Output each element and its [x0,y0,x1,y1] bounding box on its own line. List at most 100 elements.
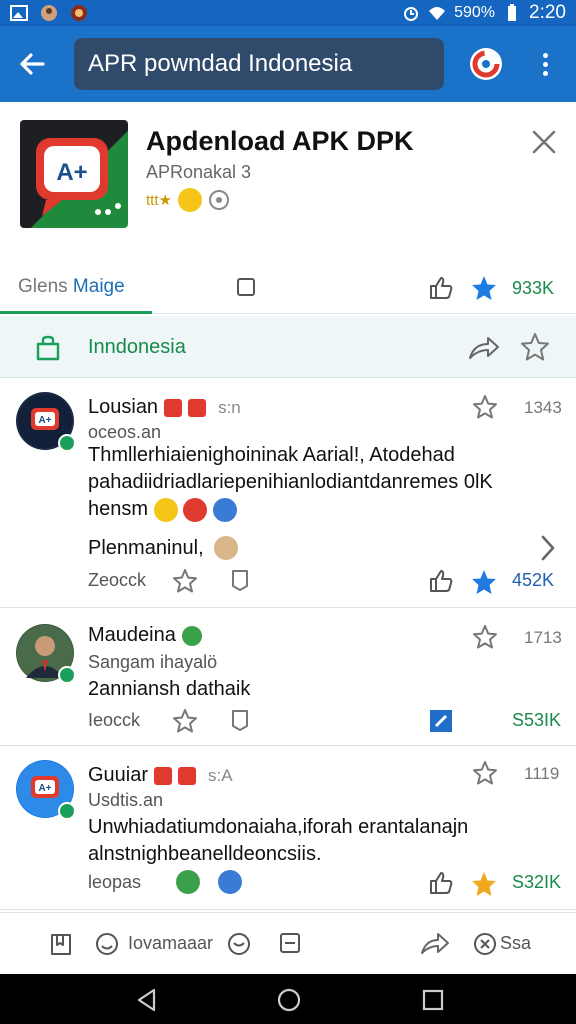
smile-icon[interactable] [226,931,252,957]
thumbs-up-icon[interactable] [428,568,454,594]
author-name: Lousian [88,396,159,418]
bookmark-icon[interactable] [228,708,252,732]
toolbar-label[interactable]: Ssa [500,933,531,954]
fire-emoji-icon [181,625,202,646]
post-author[interactable]: Maudeina [88,624,202,647]
app-notification-icon [71,5,87,21]
info-badge-icon [212,497,237,522]
star-outline-icon[interactable] [472,760,498,786]
subline-text: Plenmaninul, [88,536,204,559]
close-icon [532,130,556,154]
post-subline: Plenmaninul, [88,536,238,560]
star-filled-icon[interactable] [470,274,498,302]
star-count: 1343 [524,398,562,417]
bookmark-icon[interactable] [228,568,252,592]
close-button[interactable] [530,128,558,156]
thumbs-up-icon[interactable] [428,275,454,301]
battery-percent: 590% [454,4,496,21]
badge-icon [154,766,173,785]
post-author[interactable]: Guuiar s:A [88,764,233,787]
cancel-icon[interactable] [472,931,498,957]
tab-main-prefix: Glens [18,275,68,297]
post-text: 2anniansh dathaik [88,678,251,700]
post-handle: Usdtis.an [88,790,164,810]
post-body: Unwhiadatiumdonaiaha,iforah erantalanajn… [88,814,558,868]
square-tab-icon[interactable] [236,277,256,297]
post-text: Unwhiadatiumdonaiaha,iforah erantalanajn… [88,816,469,865]
action-count: S53IK [512,710,562,730]
post-actions: Zeocck 452K [0,566,576,596]
bag-icon [36,335,60,361]
star-filled-icon[interactable] [470,870,498,898]
nav-home-icon[interactable] [276,987,302,1013]
wifi-icon [429,7,446,20]
overflow-menu-button[interactable] [530,46,560,82]
app-title: Apdenload APK DPK [146,126,414,156]
star-filled-icon[interactable] [470,568,498,596]
rating-text: ttt★ [146,192,172,209]
bottom-toolbar: Iovamaaar Ssa [0,912,576,974]
minus-box-icon[interactable] [278,931,302,955]
post-handle: Sangam ihayalö [88,652,218,672]
search-input[interactable]: APR powndad Indonesia [74,38,444,90]
account-logo-icon [472,50,500,78]
flag-icon[interactable] [428,708,454,734]
action-count: 452K [512,570,555,590]
star-outline-icon[interactable] [472,624,498,650]
verified-badge [58,434,76,452]
thumbs-up-icon[interactable] [428,870,454,896]
region-banner[interactable]: Inndonesia [0,316,576,378]
share-icon[interactable] [468,334,500,362]
emoji-icon[interactable] [94,931,120,957]
star-outline-icon[interactable] [172,568,198,594]
post-card[interactable]: A+ Guuiar s:A 1119 Usdtis.an Unwhiadatiu… [0,748,576,910]
star-outline-icon[interactable] [520,332,550,362]
clock: 2:20 [529,2,566,23]
nav-recents-icon[interactable] [420,987,446,1013]
post-handle: oceos.an [88,422,162,442]
info-icon[interactable] [208,189,230,211]
action-label[interactable]: Ieocck [88,710,140,731]
fire-emoji-icon [176,870,200,894]
account-button[interactable] [470,48,502,80]
nav-back-icon[interactable] [134,987,160,1013]
badge-icon [188,398,207,417]
post-card[interactable]: Maudeina 1713 Sangam ihayalö 2anniansh d… [0,610,576,746]
chevron-right-icon[interactable] [538,534,558,562]
avatar[interactable]: A+ [16,760,76,820]
app-icon: A+ [20,120,128,228]
arrow-back-icon [20,53,45,75]
info-badge-icon [218,870,242,894]
tab-count: 933K [512,278,555,298]
star-outline-icon[interactable] [172,708,198,734]
heart-emoji-icon [183,497,208,522]
action-label[interactable]: leopas [88,872,141,893]
battery-icon [508,4,517,21]
svg-text:A+: A+ [38,415,51,426]
share-icon[interactable] [420,931,450,957]
verified-badge [58,802,76,820]
app-bar: APR powndad Indonesia [0,26,576,102]
author-name: Maudeina [88,624,176,646]
toolbar-label[interactable]: Iovamaaar [128,933,213,954]
alarm-icon [404,7,419,21]
post-author[interactable]: Lousian s:n [88,396,241,419]
badge-icon [178,766,197,785]
post-card[interactable]: A+ Lousian s:n 1343 oceos.an Thmllerhiai… [0,380,576,608]
post-actions: Ieocck S53IK [0,706,576,736]
book-icon[interactable] [48,931,74,957]
verified-badge [58,666,76,684]
app-logo-icon: A+ [36,138,121,216]
avatar[interactable]: A+ [16,392,76,452]
app-rating: ttt★ [146,188,230,212]
system-nav-bar [0,974,576,1024]
back-button[interactable] [0,26,64,102]
svg-text:A+: A+ [38,783,51,794]
avatar[interactable] [16,624,76,684]
cookie-emoji-icon [213,536,238,560]
tab-main[interactable]: Glens Maige [0,262,152,314]
tab-bar: Glens Maige 933K [0,262,576,314]
action-label[interactable]: Zeocck [88,570,146,591]
post-body: 2anniansh dathaik [88,676,558,703]
star-outline-icon[interactable] [472,394,498,420]
